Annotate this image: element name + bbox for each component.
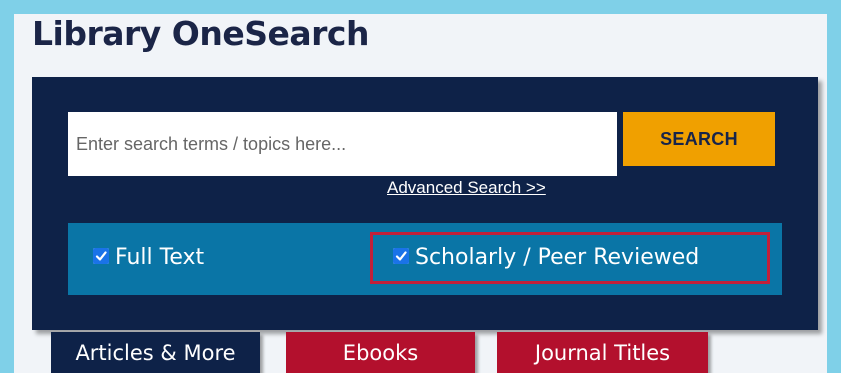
scholarly-label: Scholarly / Peer Reviewed [415,245,700,270]
checkmark-icon [395,250,407,261]
tab-journal-titles[interactable]: Journal Titles [497,332,708,373]
filter-scholarly[interactable]: Scholarly / Peer Reviewed [393,245,699,270]
tab-ebooks[interactable]: Ebooks [286,332,475,373]
checkmark-icon [95,250,107,261]
filter-full-text[interactable]: Full Text [93,245,204,270]
advanced-search-link[interactable]: Advanced Search >> [387,178,546,198]
tab-articles-more[interactable]: Articles & More [51,332,260,373]
search-button[interactable]: SEARCH [623,112,775,166]
full-text-checkbox[interactable] [93,247,109,264]
full-text-label: Full Text [115,245,205,270]
scholarly-checkbox[interactable] [393,247,409,264]
page-title: Library OneSearch [32,14,369,53]
search-input[interactable] [68,112,617,176]
